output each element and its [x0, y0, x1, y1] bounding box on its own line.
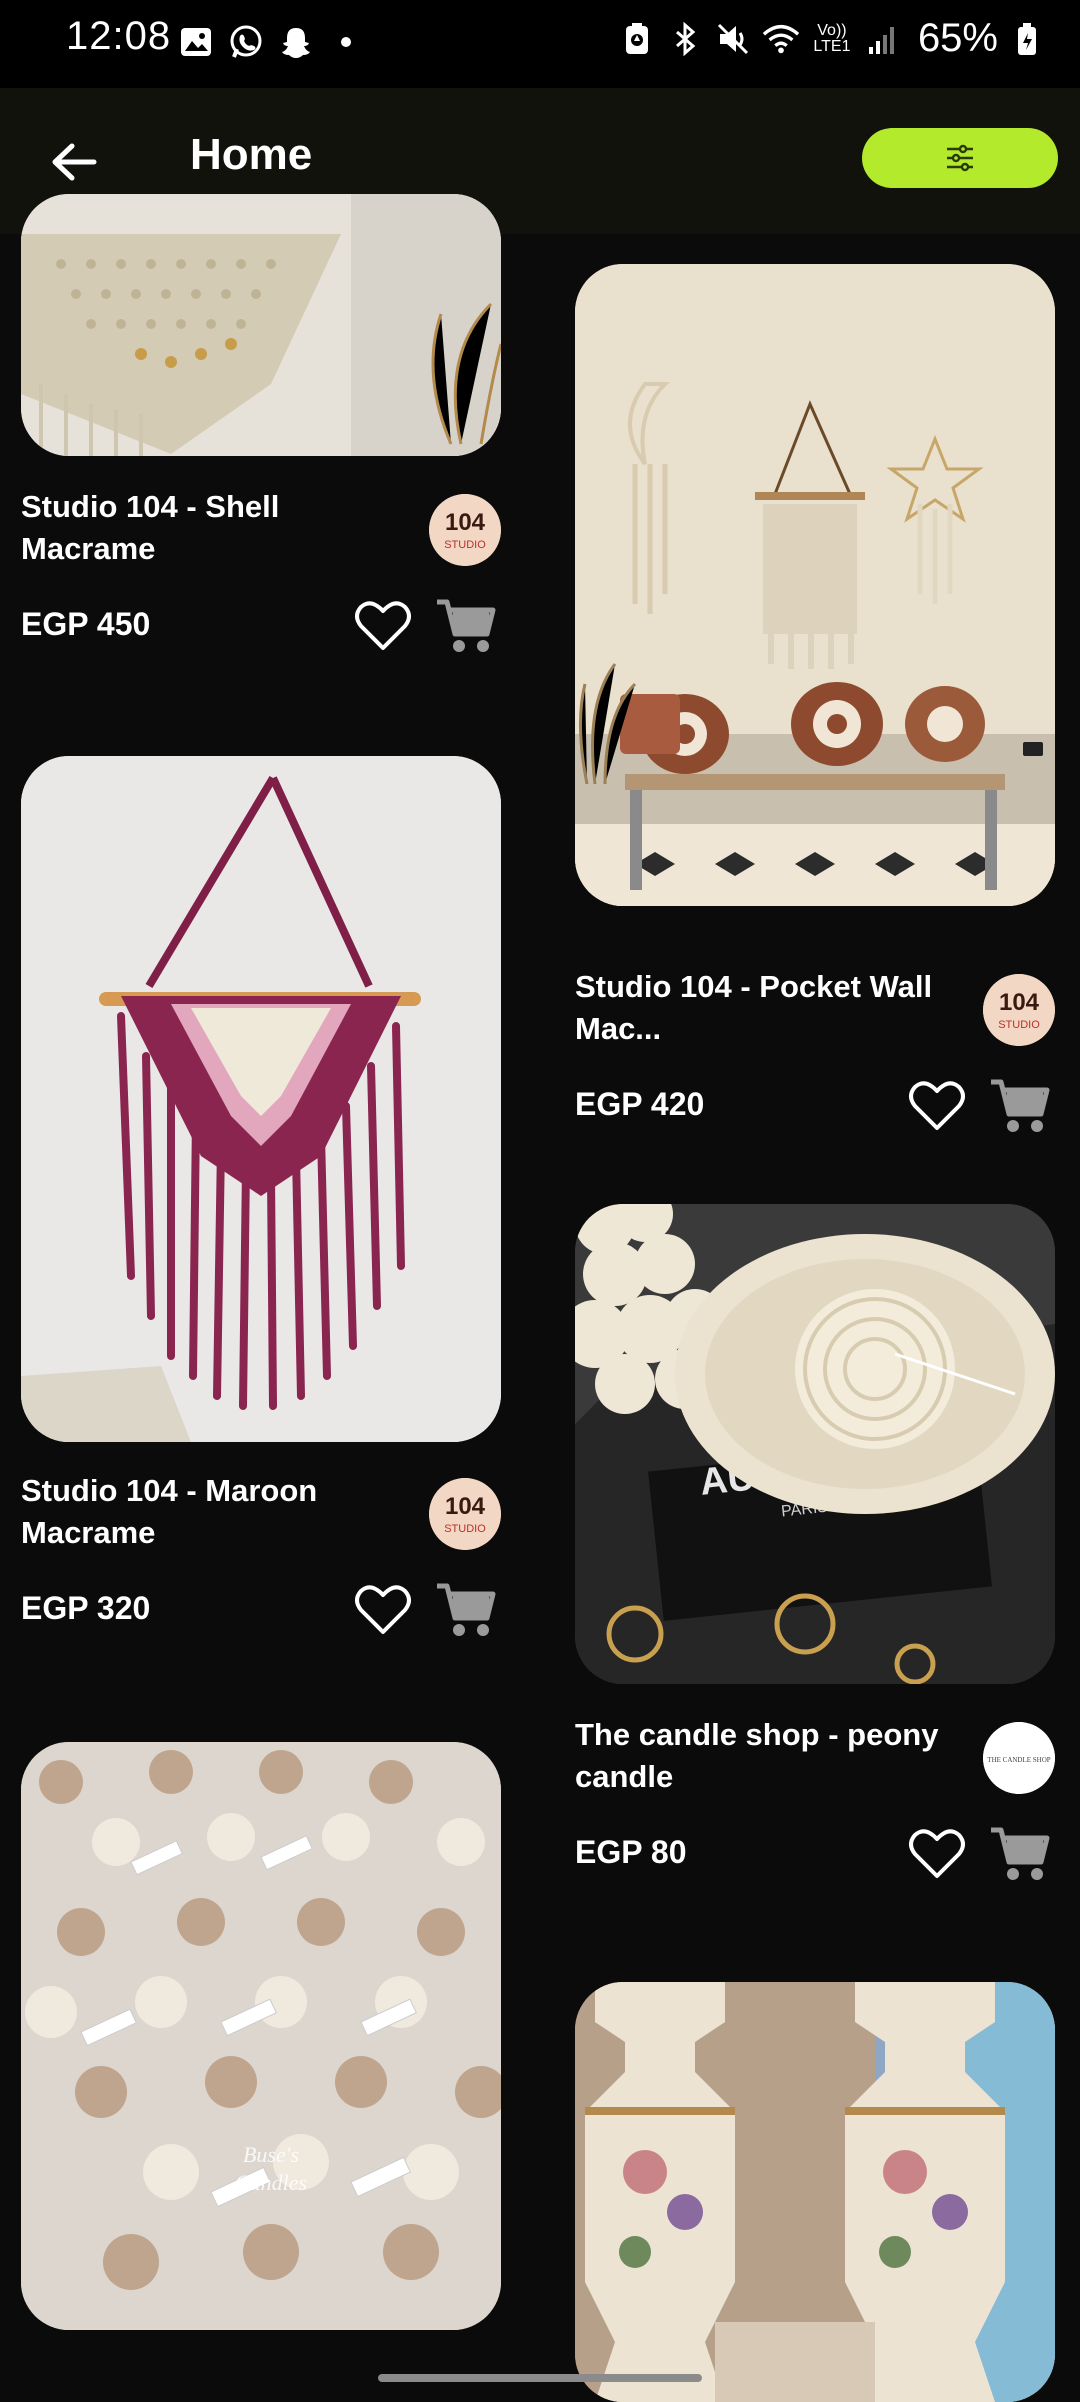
product-name[interactable]: The candle shop - peony candle	[575, 1714, 955, 1798]
volte-icon: Vo)) LTE1	[813, 21, 851, 55]
status-time: 12:08	[66, 14, 172, 58]
filter-button[interactable]	[862, 128, 1058, 188]
add-to-cart-button[interactable]	[989, 1824, 1051, 1884]
seller-logo[interactable]: 104 STUDIO	[983, 974, 1055, 1046]
cart-icon	[437, 1583, 496, 1636]
product-image[interactable]	[21, 194, 501, 456]
product-image[interactable]	[21, 756, 501, 1442]
add-to-cart-button[interactable]	[989, 1076, 1051, 1136]
product-price: EGP 450	[21, 606, 151, 642]
product-image[interactable]	[575, 1982, 1055, 2402]
battery-percent: 65%	[917, 16, 998, 60]
product-image[interactable]	[575, 264, 1055, 906]
product-name[interactable]: Studio 104 - Maroon Macrame	[21, 1470, 401, 1554]
seller-logo[interactable]: 104 STUDIO	[429, 1478, 501, 1550]
arrow-left-icon	[52, 143, 97, 181]
battery-saver-icon	[618, 20, 656, 58]
product-price: EGP 80	[575, 1834, 687, 1870]
favorite-button[interactable]	[907, 1078, 967, 1134]
product-name[interactable]: Studio 104 - Shell Macrame	[21, 486, 401, 570]
notification-icons	[178, 24, 364, 60]
whatsapp-icon	[228, 24, 264, 60]
heart-icon	[355, 1585, 411, 1634]
svg-text:104: 104	[999, 989, 1040, 1016]
system-icons: Vo)) LTE1 65%	[618, 16, 1046, 61]
favorite-button[interactable]	[353, 1582, 413, 1638]
heart-icon	[909, 1081, 965, 1130]
snapchat-icon	[278, 24, 314, 60]
heart-icon	[909, 1829, 965, 1878]
seller-logo[interactable]: THE CANDLE SHOP	[983, 1722, 1055, 1794]
page-title: Home	[190, 130, 313, 179]
watermark-text: Buse's	[243, 2142, 299, 2167]
heart-icon	[355, 601, 411, 650]
product-image[interactable]: Buse's Candles	[21, 1742, 501, 2330]
svg-text:STUDIO: STUDIO	[444, 1523, 486, 1535]
product-image[interactable]: AUDEPART PARIS	[575, 1204, 1055, 1684]
cart-icon	[991, 1079, 1050, 1132]
svg-text:104: 104	[445, 509, 486, 536]
favorite-button[interactable]	[907, 1826, 967, 1882]
svg-text:104: 104	[445, 1493, 486, 1520]
sliders-icon	[947, 144, 973, 172]
mute-icon	[714, 20, 752, 58]
svg-text:STUDIO: STUDIO	[998, 1019, 1040, 1031]
add-to-cart-button[interactable]	[435, 596, 497, 656]
cart-icon	[991, 1827, 1050, 1880]
svg-text:THE CANDLE SHOP: THE CANDLE SHOP	[987, 1756, 1050, 1764]
gallery-icon	[178, 24, 214, 60]
product-name[interactable]: Studio 104 - Pocket Wall Mac...	[575, 966, 955, 1050]
svg-text:STUDIO: STUDIO	[444, 539, 486, 551]
product-price: EGP 420	[575, 1086, 705, 1122]
product-price: EGP 320	[21, 1590, 151, 1626]
home-indicator[interactable]	[378, 2374, 702, 2382]
watermark-text: Candles	[235, 2170, 307, 2195]
dot-icon	[328, 24, 364, 60]
cart-icon	[437, 599, 496, 652]
bluetooth-icon	[666, 20, 704, 58]
add-to-cart-button[interactable]	[435, 1580, 497, 1640]
seller-logo[interactable]: 104 STUDIO	[429, 494, 501, 566]
battery-icon	[1008, 20, 1046, 58]
status-bar: 12:08 Vo)) LTE1 65%	[0, 0, 1080, 88]
back-button[interactable]	[40, 128, 108, 196]
signal-icon	[864, 20, 902, 58]
wifi-icon	[762, 20, 800, 58]
favorite-button[interactable]	[353, 598, 413, 654]
